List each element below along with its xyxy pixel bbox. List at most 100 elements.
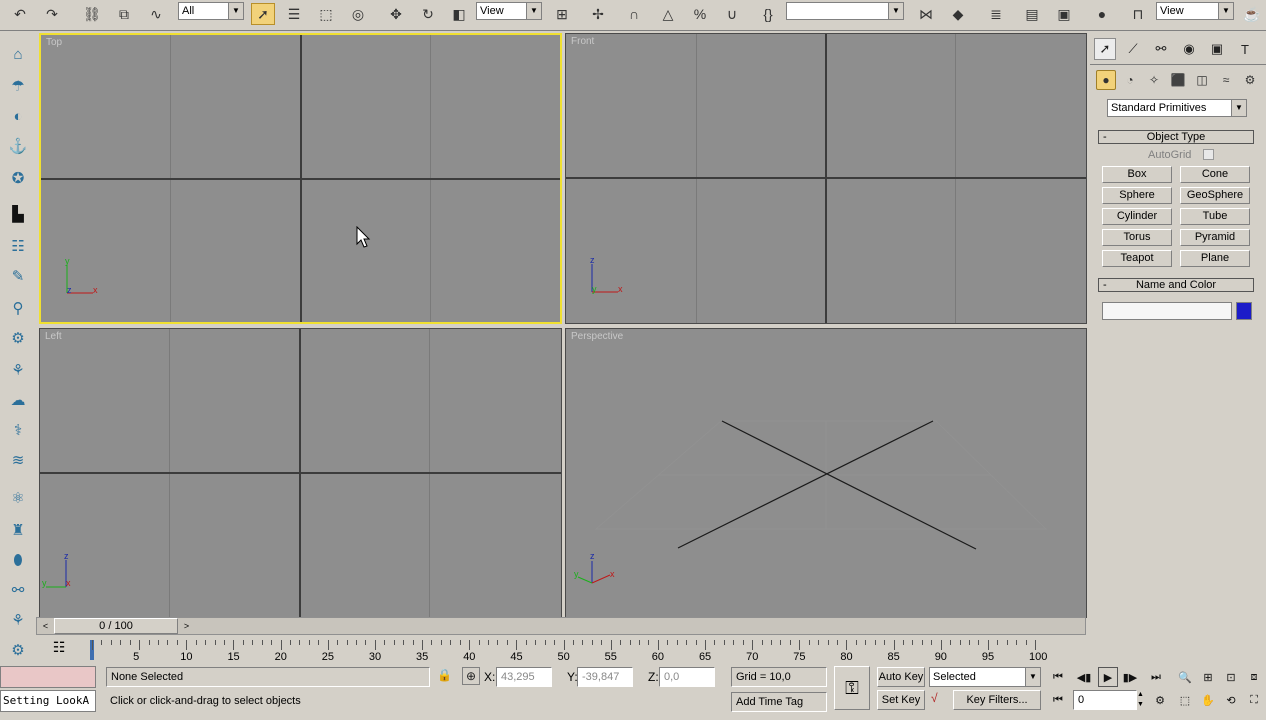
viewport-label-left[interactable]: Left — [45, 331, 62, 342]
cylinder-tool-icon[interactable]: ⬮ — [5, 547, 31, 573]
deformers-icon[interactable]: ☁ — [5, 387, 31, 413]
redo-icon[interactable]: ↷ — [40, 3, 64, 25]
go-to-end-icon[interactable]: ⏭ — [1146, 667, 1166, 687]
render-scene-icon[interactable]: ⊓ — [1126, 3, 1150, 25]
shapes-category-icon[interactable]: ◔ — [1120, 70, 1140, 90]
select-object-icon[interactable]: ➚ — [251, 3, 275, 25]
time-slider-next-icon[interactable]: > — [180, 619, 193, 633]
helpers-icon[interactable]: ✪ — [5, 165, 31, 191]
select-and-rotate-icon[interactable]: ↻ — [416, 3, 440, 25]
viewport-front[interactable]: Front z x y — [565, 33, 1087, 324]
y-coordinate-field[interactable]: -39,847 — [577, 667, 633, 687]
select-by-name-icon[interactable]: ☰ — [282, 3, 306, 25]
key-mode-toggle-icon[interactable]: ⏮ — [1048, 690, 1068, 710]
create-plane-button[interactable]: Plane — [1180, 250, 1250, 267]
modify-tab-icon[interactable]: ⟋ — [1122, 38, 1144, 60]
select-and-move-icon[interactable]: ✥ — [384, 3, 408, 25]
edit-named-selection-icon[interactable]: {} — [756, 3, 780, 25]
z-coordinate-field[interactable]: 0,0 — [659, 667, 715, 687]
go-to-start-icon[interactable]: ⏮ — [1048, 667, 1068, 687]
auto-key-button[interactable]: Auto Key — [877, 667, 925, 687]
add-time-tag-button[interactable]: Add Time Tag — [731, 692, 827, 712]
utilities-tab-icon[interactable]: T — [1234, 38, 1256, 60]
quick-render-icon[interactable]: ☕ — [1240, 3, 1264, 25]
rectangular-selection-icon[interactable]: ⬚ — [314, 3, 338, 25]
render-type-dropdown[interactable]: View ▼ — [1156, 2, 1234, 20]
time-configuration-icon[interactable]: ⚙ — [1150, 690, 1170, 710]
named-selection-sets-dropdown[interactable]: ▼ — [786, 2, 904, 20]
key-filters-button[interactable]: Key Filters... — [953, 690, 1041, 710]
mirror-icon[interactable]: ⋈ — [914, 3, 938, 25]
material-editor-icon[interactable]: ● — [1090, 3, 1114, 25]
mr-icon[interactable]: ⚘ — [5, 607, 31, 633]
systems-icon[interactable]: ⚕ — [5, 417, 31, 443]
shapes-icon[interactable]: ☂ — [5, 73, 31, 99]
object-color-swatch[interactable] — [1236, 302, 1252, 320]
unlink-icon[interactable]: ⧉ — [112, 3, 136, 25]
undo-icon[interactable]: ↶ — [8, 3, 32, 25]
schematic-view-icon[interactable]: ▣ — [1052, 3, 1076, 25]
select-and-link-icon[interactable]: ⛓ — [80, 3, 104, 25]
key-tangent-icon[interactable]: √ — [931, 691, 938, 705]
dynamics-icon[interactable]: ⚙ — [5, 325, 31, 351]
pan-icon[interactable]: ✋ — [1198, 690, 1218, 710]
create-objects-icon[interactable]: ⌂ — [5, 41, 31, 67]
create-pyramid-button[interactable]: Pyramid — [1180, 229, 1250, 246]
bind-space-warp-icon[interactable]: ∿ — [144, 3, 168, 25]
hierarchy-tab-icon[interactable]: ⚯ — [1150, 38, 1172, 60]
absolute-mode-icon[interactable]: ⊕ — [462, 667, 480, 685]
viewport-label-top[interactable]: Top — [46, 37, 62, 48]
trackbar-menu-icon[interactable]: ☷ — [44, 639, 74, 659]
spinner-snap-icon[interactable]: ∪ — [720, 3, 744, 25]
key-mode-dropdown[interactable]: Selected ▼ — [929, 667, 1041, 687]
align-icon[interactable]: ◆ — [946, 3, 970, 25]
x-coordinate-field[interactable]: 43,295 — [496, 667, 552, 687]
current-frame-spinner[interactable]: ▲ ▼ — [1137, 690, 1145, 710]
set-key-button[interactable]: Set Key — [877, 690, 925, 710]
angle-snap-icon[interactable]: △ — [656, 3, 680, 25]
create-tube-button[interactable]: Tube — [1180, 208, 1250, 225]
curve-editor-icon[interactable]: ▤ — [1020, 3, 1044, 25]
play-icon[interactable]: ▶ — [1098, 667, 1118, 687]
viewport-label-front[interactable]: Front — [571, 36, 594, 47]
spacewarps-category-icon[interactable]: ≈ — [1216, 70, 1236, 90]
lights-icon[interactable]: ⚓ — [5, 133, 31, 159]
nurbs-icon[interactable]: ⚲ — [5, 295, 31, 321]
selection-filter-dropdown[interactable]: All ▼ — [178, 2, 244, 20]
time-slider-prev-icon[interactable]: < — [39, 619, 52, 633]
maximize-viewport-icon[interactable]: ⛶ — [1244, 690, 1264, 710]
current-frame-field[interactable]: 0 — [1073, 690, 1137, 710]
zoom-all-icon[interactable]: ⊞ — [1198, 667, 1218, 687]
viewport-top[interactable]: Top y x z — [39, 33, 562, 324]
next-frame-icon[interactable]: ▮▶ — [1120, 667, 1140, 687]
reactor-icon[interactable]: ⚛ — [5, 485, 31, 511]
snaps-toggle-icon[interactable]: ∩ — [622, 3, 646, 25]
name-color-rollout-header[interactable]: - Name and Color — [1098, 278, 1254, 292]
reference-coordinate-dropdown[interactable]: View ▼ — [476, 2, 542, 20]
window-crossing-icon[interactable]: ◎ — [346, 3, 370, 25]
create-tab-icon[interactable]: ➚ — [1094, 38, 1116, 60]
wave-icon[interactable]: ≋ — [5, 447, 31, 473]
percent-snap-icon[interactable]: % — [688, 3, 712, 25]
time-slider-thumb[interactable]: 0 / 100 — [54, 618, 178, 634]
maxscript-listener-mini[interactable] — [0, 666, 96, 688]
previous-frame-icon[interactable]: ◀▮ — [1074, 667, 1094, 687]
category-dropdown[interactable]: Standard Primitives ▼ — [1107, 99, 1247, 117]
selection-lock-icon[interactable]: 🔒 — [437, 668, 452, 682]
pivot-center-icon[interactable]: ⊞ — [550, 3, 574, 25]
viewport-perspective[interactable]: Perspective z x y — [565, 328, 1087, 618]
patch-grids-icon[interactable]: ✎ — [5, 263, 31, 289]
systems-category-icon[interactable]: ⚙ — [1240, 70, 1260, 90]
zoom-extents-icon[interactable]: ⊡ — [1221, 667, 1241, 687]
create-teapot-button[interactable]: Teapot — [1102, 250, 1172, 267]
create-sphere-button[interactable]: Sphere — [1102, 187, 1172, 204]
create-box-button[interactable]: Box — [1102, 166, 1172, 183]
select-and-manipulate-icon[interactable]: ✢ — [586, 3, 610, 25]
zoom-icon[interactable]: 🔍 — [1175, 667, 1195, 687]
maxscript-input[interactable]: Setting LookA — [0, 690, 96, 712]
zoom-extents-all-icon[interactable]: ⧈ — [1244, 667, 1264, 687]
geometry-category-icon[interactable]: ● — [1096, 70, 1116, 90]
particles-icon[interactable]: ☷ — [5, 233, 31, 259]
motion-tab-icon[interactable]: ◉ — [1178, 38, 1200, 60]
character-icon[interactable]: ♜ — [5, 517, 31, 543]
